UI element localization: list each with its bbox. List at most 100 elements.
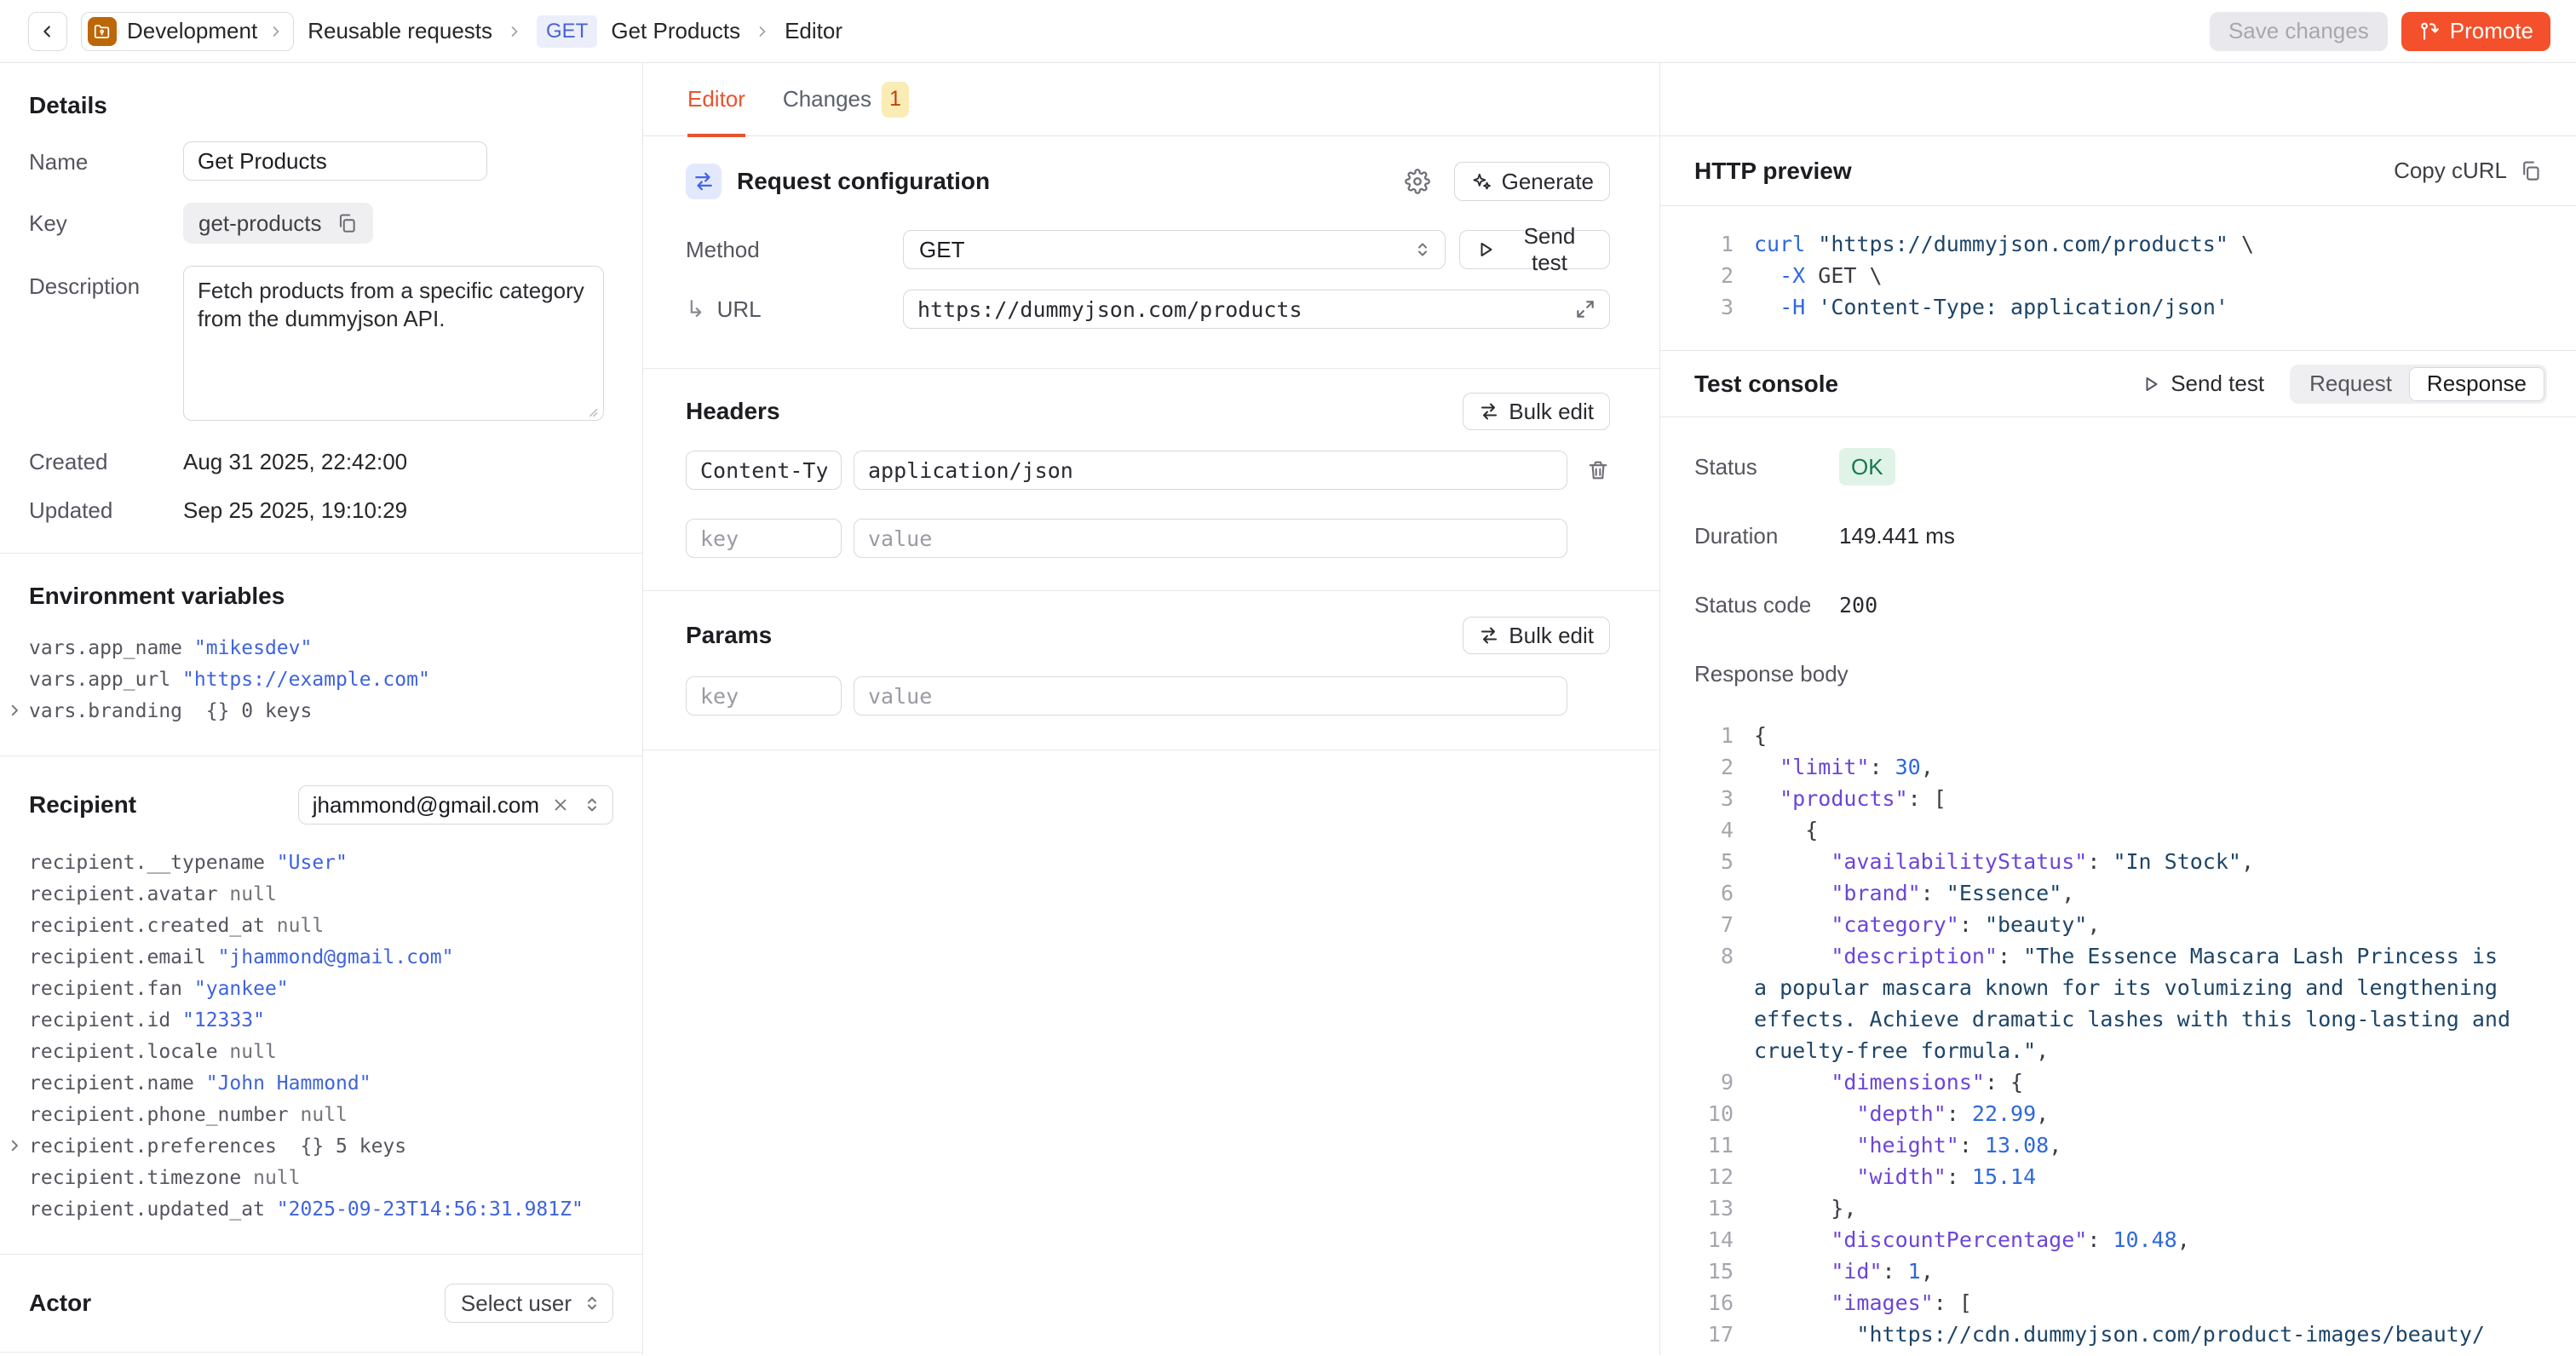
delete-header-button[interactable] — [1586, 458, 1610, 482]
copy-curl-button[interactable]: Copy cURL — [2394, 158, 2542, 184]
clear-icon[interactable] — [551, 796, 570, 814]
tab-changes[interactable]: Changes 1 — [783, 63, 909, 136]
line-number: 17 — [1694, 1319, 1734, 1350]
http-preview-header: HTTP preview Copy cURL — [1660, 136, 2576, 206]
variable-name: recipient.timezone — [29, 1167, 253, 1189]
variable-row: recipient.updated_at "2025-09-23T14:56:3… — [29, 1193, 613, 1225]
settings-gear-button[interactable] — [1405, 169, 1430, 194]
actor-title: Actor — [29, 1290, 91, 1317]
recipient-selected-value: jhammond@gmail.com — [313, 792, 539, 819]
copy-key-button[interactable] — [336, 212, 358, 234]
created-label: Created — [29, 449, 183, 475]
chevron-right-icon[interactable] — [7, 1138, 22, 1153]
line-number: 15 — [1694, 1255, 1734, 1287]
variable-name: recipient.preferences — [29, 1135, 289, 1158]
breadcrumb-request-name[interactable]: Get Products — [611, 18, 740, 44]
actor-select[interactable]: Select user — [445, 1284, 613, 1323]
chevron-right-icon — [754, 23, 771, 40]
changes-count-badge: 1 — [882, 82, 909, 118]
preview-panel: HTTP preview Copy cURL 1curl "https://du… — [1660, 63, 2576, 1355]
name-input[interactable] — [183, 141, 487, 181]
variable-value: "yankee" — [194, 978, 289, 1000]
variable-row[interactable]: recipient.preferences {} 5 keys — [29, 1130, 613, 1162]
promote-button[interactable]: Promote — [2401, 12, 2550, 51]
code-line: essence-mascara-lash-princess/1.webp" — [1694, 1350, 2542, 1355]
response-body-code: 1{2 "limit": 30,3 "products": [4 {5 "ava… — [1660, 708, 2576, 1355]
tenant-section: Tenant Select tenant — [0, 1353, 642, 1355]
line-number: 5 — [1694, 846, 1734, 877]
line-number: 8 — [1694, 940, 1734, 972]
chevrons-up-down-icon — [1412, 239, 1433, 260]
swap-arrows-icon — [1479, 401, 1499, 422]
recipient-variables-list: recipient.__typename "User"recipient.ava… — [29, 847, 613, 1225]
header-key-input-empty[interactable] — [686, 519, 842, 558]
back-button[interactable] — [28, 12, 67, 51]
header-value-input[interactable] — [854, 451, 1567, 490]
variable-name: recipient.locale — [29, 1041, 229, 1063]
variable-value: null — [229, 1041, 276, 1063]
param-key-input[interactable] — [686, 676, 842, 715]
variable-value: "mikesdev" — [194, 637, 312, 659]
chevrons-up-down-icon — [582, 795, 602, 815]
environment-variables-title: Environment variables — [29, 583, 613, 610]
arrow-turn-right-icon: ↳ — [686, 296, 705, 323]
line-number — [1694, 1035, 1734, 1066]
variable-row: recipient.id "12333" — [29, 1004, 613, 1036]
console-send-test-button[interactable]: Send test — [2141, 371, 2264, 397]
promote-label: Promote — [2450, 18, 2533, 44]
url-input[interactable] — [903, 290, 1610, 329]
console-send-test-label: Send test — [2171, 371, 2264, 397]
method-select[interactable]: GET — [903, 230, 1446, 269]
expand-icon[interactable] — [1574, 298, 1596, 320]
variable-name: vars.app_url — [29, 669, 182, 691]
request-configuration-title: Request configuration — [737, 168, 1389, 195]
method-label: Method — [686, 237, 903, 263]
test-console-title: Test console — [1694, 371, 2115, 398]
chevron-left-icon — [38, 22, 57, 41]
headers-section: Headers Bulk edit — [643, 369, 1659, 590]
param-value-input[interactable] — [854, 676, 1567, 715]
send-test-button[interactable]: Send test — [1459, 230, 1610, 269]
method-value: GET — [919, 237, 964, 263]
variable-value: null — [277, 915, 324, 937]
updated-value: Sep 25 2025, 19:10:29 — [183, 497, 407, 524]
save-changes-button[interactable]: Save changes — [2210, 12, 2388, 51]
line-number: 14 — [1694, 1224, 1734, 1255]
recipient-combobox[interactable]: jhammond@gmail.com — [298, 785, 613, 825]
toggle-request[interactable]: Request — [2292, 367, 2409, 401]
play-icon — [2141, 374, 2161, 394]
project-breadcrumb-pill[interactable]: Development — [81, 12, 294, 51]
headers-bulk-edit-button[interactable]: Bulk edit — [1463, 393, 1610, 430]
code-line: 14 "discountPercentage": 10.48, — [1694, 1224, 2542, 1255]
variable-value: "2025-09-23T14:56:31.981Z" — [277, 1198, 584, 1221]
variable-name: vars.app_name — [29, 637, 194, 659]
params-bulk-edit-button[interactable]: Bulk edit — [1463, 617, 1610, 654]
breadcrumb-page: Editor — [785, 18, 842, 44]
description-label: Description — [29, 266, 183, 427]
variable-value: null — [229, 883, 276, 905]
variable-value: "https://example.com" — [182, 669, 430, 691]
line-number — [1694, 1003, 1734, 1035]
variable-row[interactable]: vars.branding {} 0 keys — [29, 695, 613, 727]
description-textarea[interactable]: Fetch products from a specific category … — [183, 266, 604, 421]
header-key-input[interactable] — [686, 451, 842, 490]
toggle-response[interactable]: Response — [2409, 367, 2544, 401]
tab-editor[interactable]: Editor — [687, 63, 745, 136]
actor-placeholder: Select user — [461, 1290, 572, 1317]
generate-button[interactable]: Generate — [1454, 162, 1610, 201]
variable-row: recipient.name "John Hammond" — [29, 1067, 613, 1099]
code-line: 16 "images": [ — [1694, 1287, 2542, 1319]
swap-arrows-icon — [1479, 625, 1499, 646]
variable-value: {} 5 keys — [289, 1135, 406, 1158]
copy-icon — [336, 212, 358, 234]
header-value-input-empty[interactable] — [854, 519, 1567, 558]
play-icon — [1475, 239, 1496, 260]
variable-name: recipient.__typename — [29, 852, 277, 874]
chevron-right-icon — [267, 23, 285, 40]
chevron-right-icon[interactable] — [7, 703, 22, 718]
code-line: 11 "height": 13.08, — [1694, 1129, 2542, 1161]
status-badge: OK — [1839, 448, 1895, 486]
resize-handle-icon[interactable] — [584, 404, 599, 418]
breadcrumb-reusable-requests[interactable]: Reusable requests — [308, 18, 492, 44]
variable-value: "jhammond@gmail.com" — [218, 946, 454, 968]
